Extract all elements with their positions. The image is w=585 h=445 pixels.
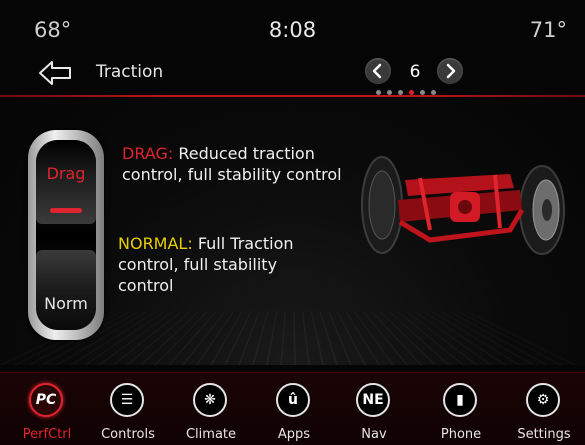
prev-page-button[interactable] bbox=[365, 58, 391, 84]
chevron-right-icon bbox=[446, 63, 456, 79]
nav-settings-label: Settings bbox=[517, 427, 571, 442]
back-button[interactable] bbox=[36, 58, 76, 88]
normal-prefix: NORMAL: bbox=[118, 234, 193, 253]
drag-mode-label: Drag bbox=[46, 164, 86, 183]
selected-indicator bbox=[50, 208, 82, 213]
compass-icon: NE bbox=[356, 383, 390, 417]
nav-nav-label: Nav bbox=[361, 427, 387, 442]
drag-description: DRAG: Reduced traction control, full sta… bbox=[122, 143, 362, 185]
header-divider bbox=[0, 95, 585, 97]
rear-axle-image bbox=[361, 156, 565, 255]
norm-mode-button[interactable]: Norm bbox=[36, 250, 96, 330]
normal-description: NORMAL: Full Traction control, full stab… bbox=[118, 233, 318, 296]
page-title: Traction bbox=[96, 62, 164, 82]
nav-apps-label: Apps bbox=[277, 427, 311, 442]
bottom-nav-bar: PC PerfCtrl ☰ Controls ❋ Climate û Apps NE Nav ▮ Ph… bbox=[0, 372, 585, 445]
chevron-left-icon bbox=[372, 63, 382, 79]
nav-perfctrl-button[interactable]: PC PerfCtrl bbox=[16, 373, 80, 445]
performance-control-icon: PC bbox=[29, 383, 63, 417]
nav-controls-label: Controls bbox=[101, 427, 155, 442]
climate-icon: ❋ bbox=[193, 383, 227, 417]
drag-prefix: DRAG: bbox=[122, 144, 174, 163]
outside-temp-right[interactable]: 71° bbox=[530, 18, 567, 42]
switch-track: Drag Norm bbox=[36, 140, 96, 330]
hand-controls-icon: ☰ bbox=[110, 383, 144, 417]
norm-mode-label: Norm bbox=[44, 294, 88, 313]
next-page-button[interactable] bbox=[437, 58, 463, 84]
nav-climate-label: Climate bbox=[185, 427, 237, 442]
nav-phone-button[interactable]: ▮ Phone bbox=[430, 373, 494, 445]
nav-nav-button[interactable]: NE Nav bbox=[343, 373, 407, 445]
gear-icon: ⚙ bbox=[526, 383, 560, 417]
nav-apps-button[interactable]: û Apps bbox=[263, 373, 327, 445]
nav-controls-button[interactable]: ☰ Controls bbox=[97, 373, 161, 445]
pager: 6 bbox=[365, 58, 465, 88]
phone-signal-icon: ▮ bbox=[443, 383, 477, 417]
nav-settings-button[interactable]: ⚙ Settings bbox=[513, 373, 577, 445]
back-arrow-icon bbox=[39, 61, 71, 85]
nav-climate-button[interactable]: ❋ Climate bbox=[180, 373, 244, 445]
clock: 8:08 bbox=[268, 18, 317, 42]
drag-mode-button[interactable]: Drag bbox=[36, 140, 96, 224]
uconnect-apps-icon: û bbox=[276, 383, 310, 417]
nav-phone-label: Phone bbox=[440, 427, 482, 442]
nav-perfctrl-label: PerfCtrl bbox=[22, 427, 72, 442]
page-number: 6 bbox=[409, 62, 421, 82]
traction-mode-switch[interactable]: Drag Norm bbox=[28, 130, 104, 340]
